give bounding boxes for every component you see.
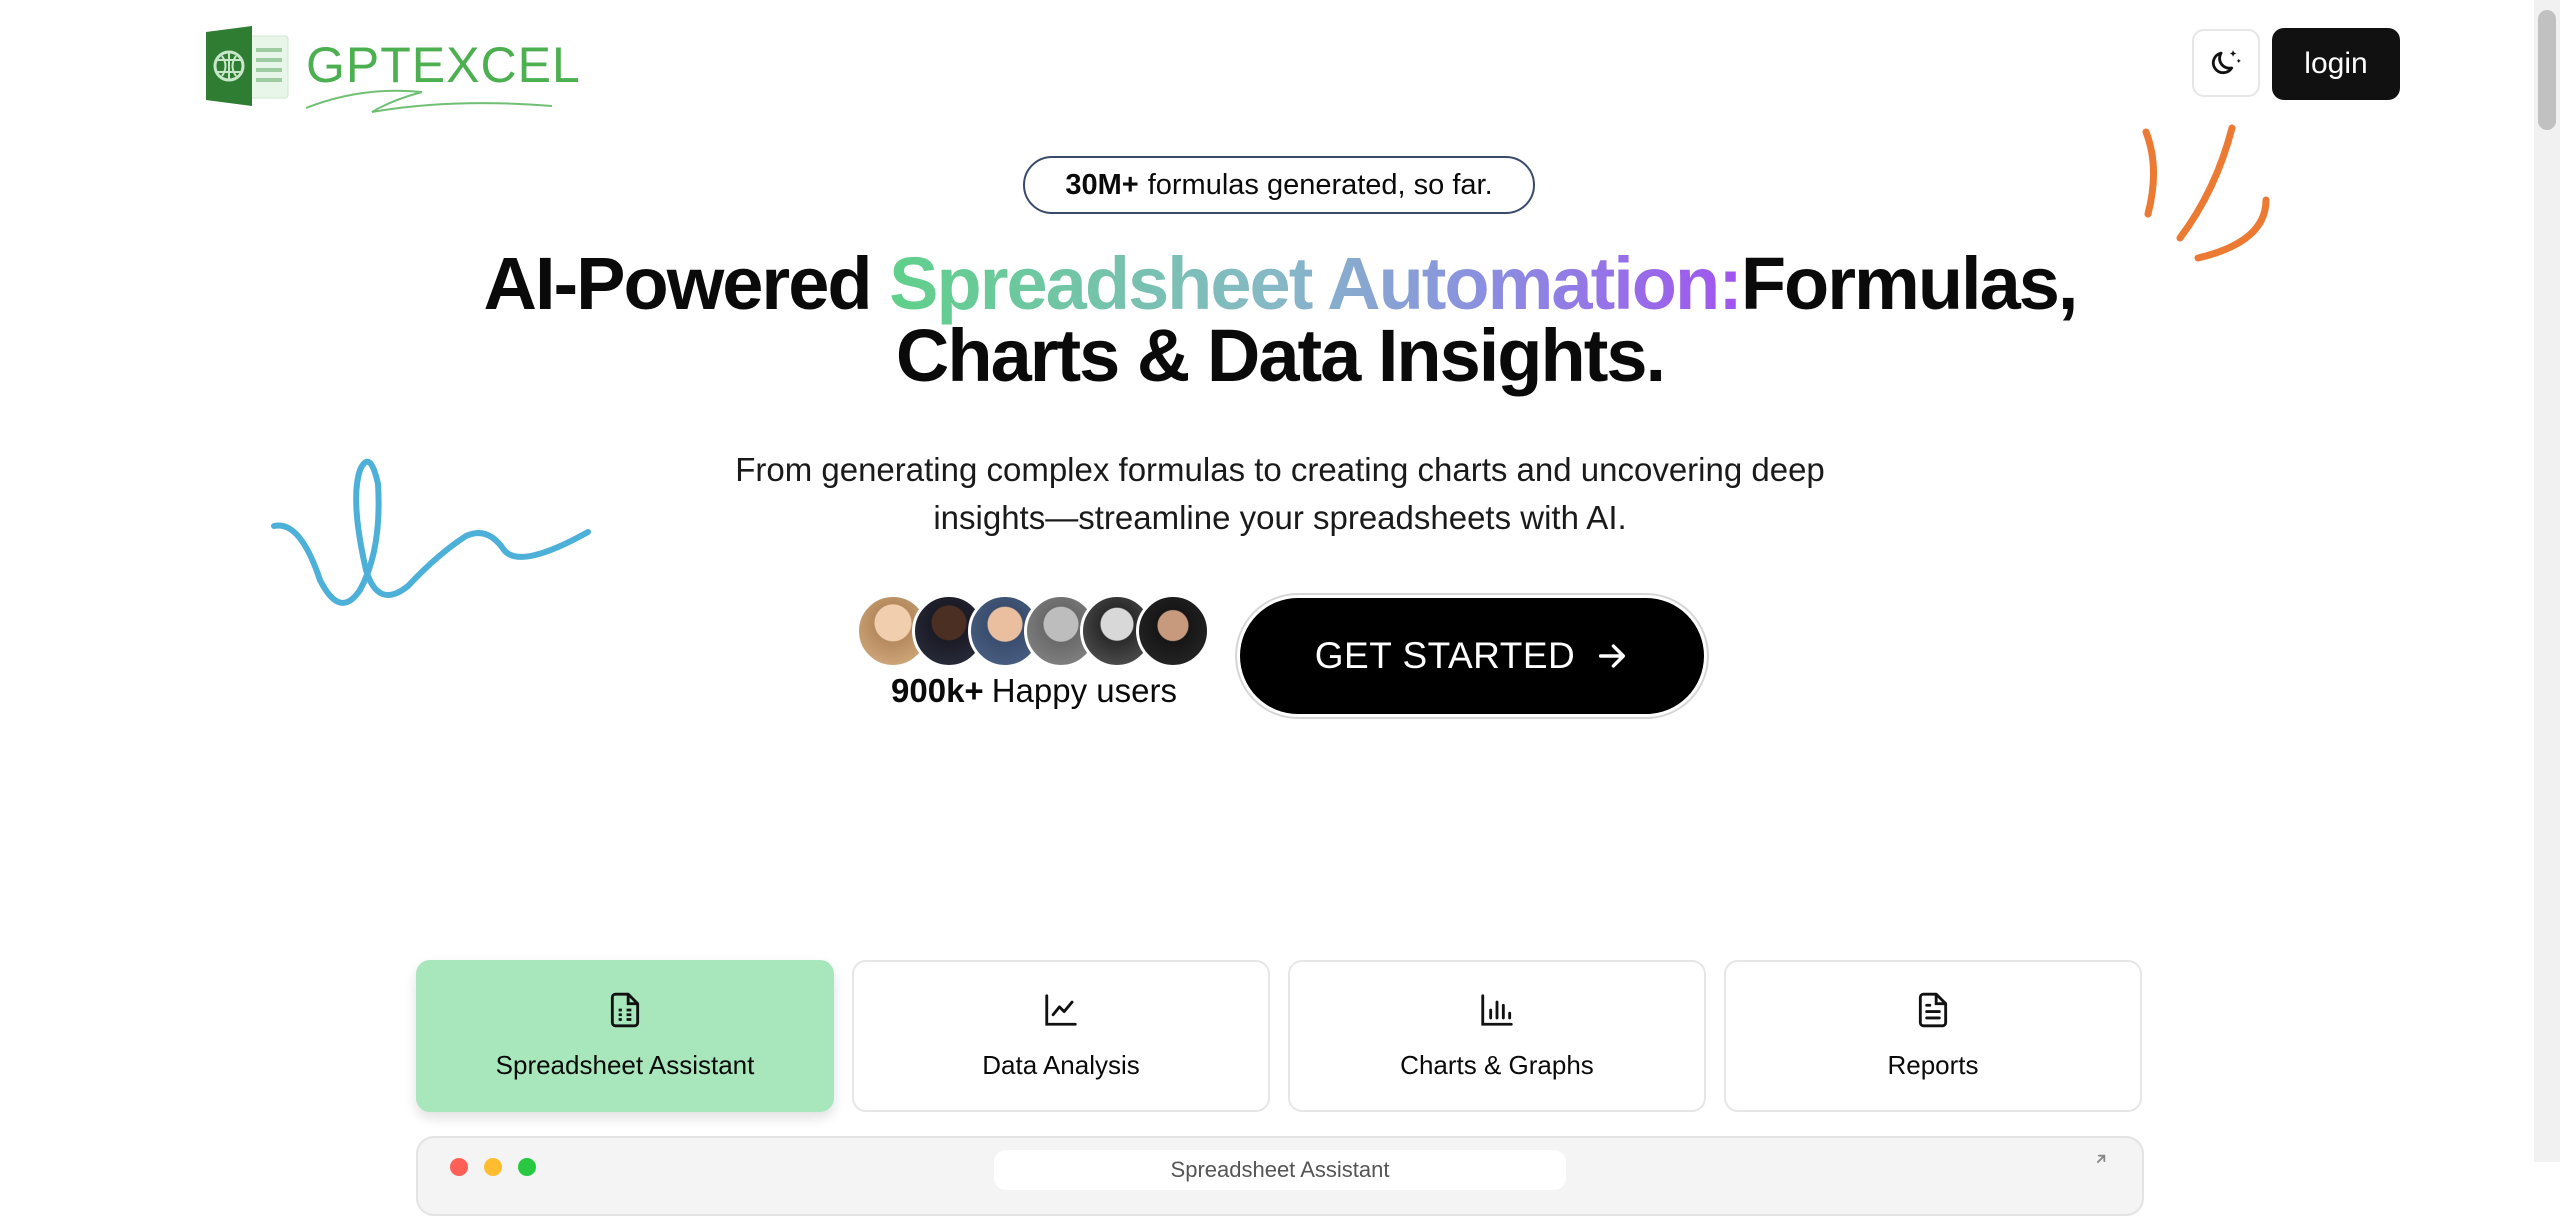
headline-highlight: Spreadsheet Automation:	[889, 242, 1743, 325]
page-title: AI-Powered Spreadsheet Automation:Formul…	[380, 247, 2180, 393]
tab-data-analysis[interactable]: Data Analysis	[852, 960, 1270, 1112]
arrow-right-icon	[1595, 639, 1629, 673]
tab-charts-graphs[interactable]: Charts & Graphs	[1288, 960, 1706, 1112]
preview-title: Spreadsheet Assistant	[994, 1150, 1566, 1190]
badge-count: 30M+	[1065, 168, 1139, 201]
login-button[interactable]: login	[2272, 28, 2400, 100]
theme-toggle-button[interactable]	[2192, 29, 2260, 97]
tab-label: Data Analysis	[982, 1050, 1140, 1080]
tab-label: Reports	[1887, 1050, 1979, 1080]
formulas-count-badge: 30M+ formulas generated, so far.	[1023, 156, 1535, 214]
user-avatars	[856, 594, 1212, 668]
badge-text: formulas generated, so far.	[1147, 168, 1493, 201]
window-close-dot	[450, 1158, 468, 1176]
tab-reports[interactable]: Reports	[1724, 960, 2142, 1112]
blue-squiggle-decoration	[271, 458, 591, 606]
line-chart-icon	[1045, 994, 1077, 1026]
hero-subtitle: From generating complex formulas to crea…	[735, 451, 1825, 536]
spreadsheet-doc-icon	[610, 992, 640, 1028]
logo-swoosh	[305, 89, 553, 113]
happy-users-count: 900k+ Happy users	[856, 672, 1212, 710]
brand-logo[interactable]: GPTEXCEL	[206, 24, 580, 113]
headline-part1: AI-Powered	[483, 242, 890, 325]
tab-label: Charts & Graphs	[1400, 1050, 1594, 1080]
scrollbar-track[interactable]	[2534, 0, 2560, 1162]
excel-brain-icon	[206, 26, 289, 106]
expand-icon[interactable]	[2086, 1152, 2108, 1174]
window-maximize-dot	[518, 1158, 536, 1176]
tab-label: Spreadsheet Assistant	[495, 1050, 755, 1080]
report-doc-icon	[1918, 992, 1948, 1028]
users-label: Happy users	[991, 672, 1177, 709]
avatar	[1136, 594, 1210, 668]
bar-chart-icon	[1481, 994, 1513, 1026]
get-started-button[interactable]: GET STARTED	[1240, 598, 1704, 714]
moon-stars-icon	[2211, 50, 2241, 75]
preview-window: Spreadsheet Assistant	[416, 1136, 2144, 1216]
get-started-label: GET STARTED	[1314, 635, 1576, 676]
window-minimize-dot	[484, 1158, 502, 1176]
users-count: 900k+	[891, 672, 984, 709]
scrollbar-thumb[interactable]	[2538, 10, 2556, 130]
tab-spreadsheet-assistant[interactable]: Spreadsheet Assistant	[416, 960, 834, 1112]
